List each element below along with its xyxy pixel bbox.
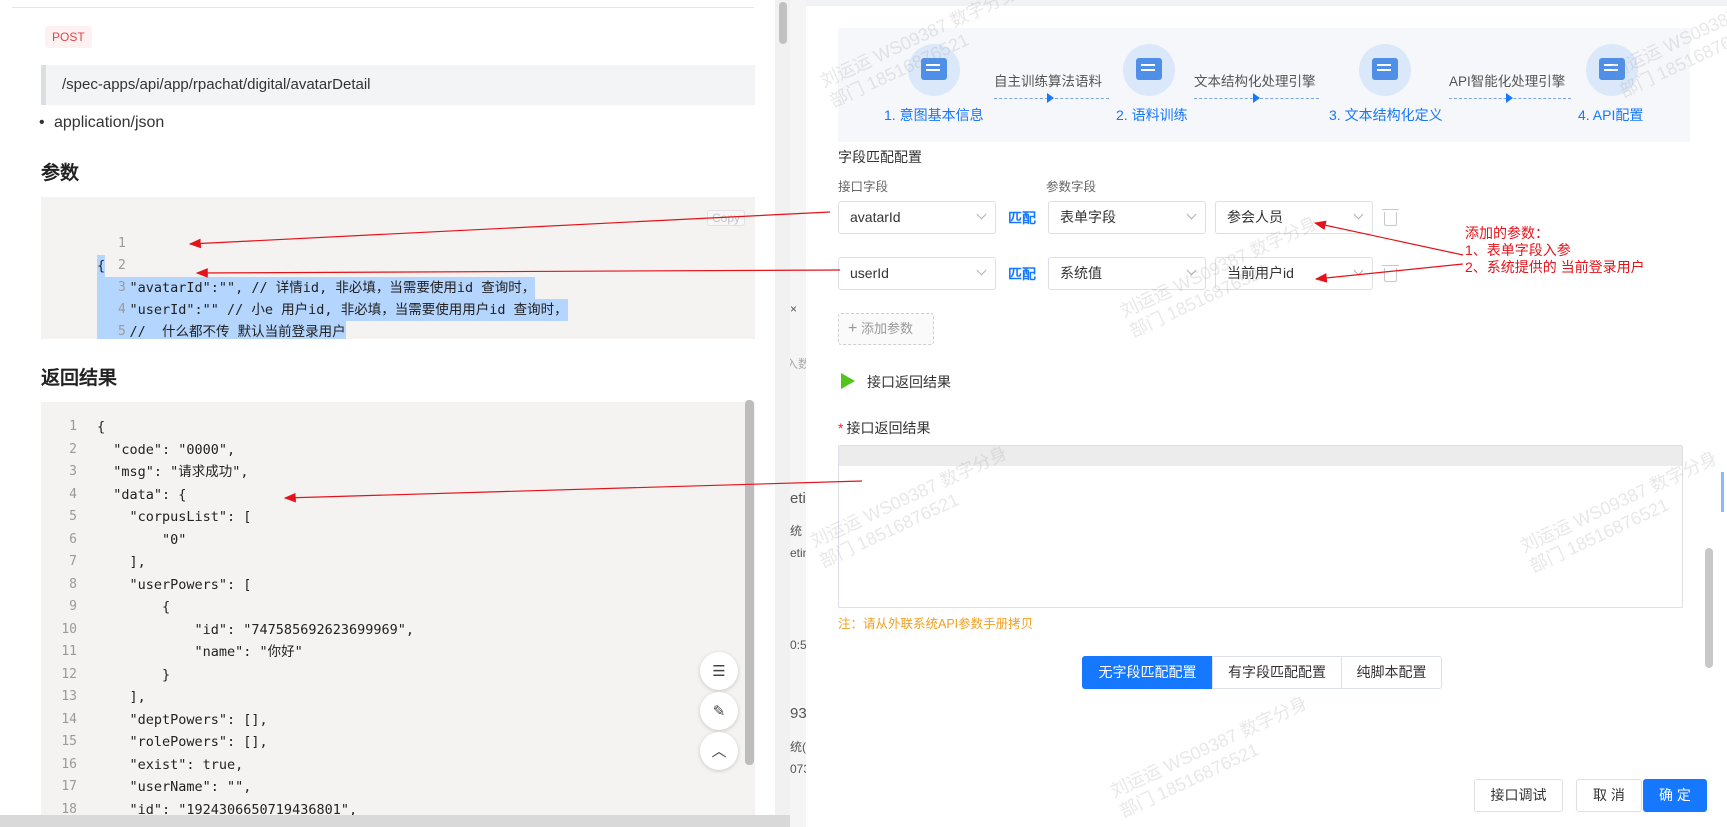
param-source-select[interactable]: 系统值 [1048,257,1206,290]
connector-label: 自主训练算法语料 [994,74,1102,89]
step-1-icon [908,44,960,96]
result-textarea[interactable] [838,445,1683,608]
code-line: 4 // 什么都不传 默认当前登录用户 [41,277,346,339]
background-text: etin [790,546,806,560]
connector-label: 文本结构化处理引擎 [1194,74,1316,89]
step-3-label[interactable]: 3. 文本结构化定义 [1329,105,1443,125]
endpoint-path: /spec-apps/api/app/rpachat/digital/avata… [41,65,755,105]
background-text: 入数 [790,357,806,371]
scrollbar-thumb[interactable] [779,2,787,44]
background-text: etin [790,490,806,507]
modal-scrollbar[interactable] [1705,548,1713,668]
params-code-block[interactable]: 1 { 2 "avatarId":"", // 详情id, 非必填，当需要使用i… [41,197,755,339]
interface-field-select[interactable]: userId [838,257,996,290]
background-text: 统 [790,524,803,538]
step-4-label[interactable]: 4. API配置 [1578,105,1643,125]
page-scrollbar[interactable] [775,0,790,827]
background-text: 0:54 [790,638,806,652]
mode-field-mapping[interactable]: 有字段匹配配置 [1212,656,1342,689]
chevron-down-icon [1353,265,1364,276]
debug-api-button[interactable]: 接口调试 [1474,779,1563,812]
play-icon[interactable] [841,373,855,389]
required-mark: * [838,420,844,436]
back-to-top-icon[interactable]: ︿ [700,732,738,770]
background-text: 935 [790,705,806,722]
code-line: 5 } [117,324,126,339]
match-link[interactable]: 匹配 [1008,208,1036,228]
delete-icon[interactable] [1382,209,1399,226]
result-heading: 返回结果 [41,368,118,389]
field-mapping-title: 字段匹配配置 [838,149,922,165]
api-config-modal: 1. 意图基本信息 2. 语料训练 3. 文本结构化定义 4. API配置 自主… [806,0,1727,827]
plus-icon: + [848,320,858,337]
code-line: 2 "avatarId":"", // 详情id, 非必填，当需要使用id 查询… [41,233,536,299]
chevron-down-icon [976,209,987,220]
step-1-label[interactable]: 1. 意图基本信息 [884,105,984,125]
param-value-select[interactable]: 参会人员 [1215,201,1373,234]
code-line: 3 "userId":"" // 小e 用户id, 非必填，当需要使用用户id … [41,255,568,321]
edge-marker [1721,472,1727,512]
interface-field-select[interactable]: avatarId [838,201,996,234]
confirm-button[interactable]: 确 定 [1643,779,1707,812]
result-toggle[interactable]: 接口返回结果 [867,372,951,392]
result-field-label: * 接口返回结果 [838,420,931,436]
arrow-right-icon [1047,93,1054,103]
chevron-down-icon [1186,265,1197,276]
interface-field-header: 接口字段 [838,180,889,194]
list-icon[interactable]: ☰ [700,652,738,690]
api-doc-pane: POST /spec-apps/api/app/rpachat/digital/… [0,0,790,827]
add-param-button[interactable]: + 添加参数 [838,313,934,345]
step-3-icon [1359,44,1411,96]
edit-icon[interactable]: ✎ [700,692,738,730]
content-type-item: application/json [39,114,164,132]
modal-header-strip [806,0,1727,6]
params-heading: 参数 [41,163,80,184]
cancel-button[interactable]: 取 消 [1576,779,1642,812]
chevron-down-icon [1353,209,1364,220]
step-2-icon [1123,44,1175,96]
arrow-right-icon [1253,93,1260,103]
chevron-down-icon [976,265,987,276]
background-text: 统(21 [790,740,806,754]
copy-button[interactable]: Copy [707,210,746,226]
editor-gutter [839,446,1682,466]
chevron-down-icon [1186,209,1197,220]
code-scrollbar[interactable] [745,400,754,765]
http-method-badge: POST [45,26,92,48]
divider [12,7,754,8]
delete-icon[interactable] [1382,265,1399,282]
result-code-block[interactable]: 1{ 2 "code": "0000", 3 "msg": "请求成功", 4 … [41,402,755,827]
annotation-note: 添加的参数： 1、表单字段入参 2、系统提供的 当前登录用户 [1465,225,1645,275]
mode-no-field-mapping[interactable]: 无字段匹配配置 [1082,656,1213,689]
hint-note: 注：请从外联系统API参数手册拷贝 [838,617,1034,631]
code-line: 1 { [41,211,126,277]
mode-pure-script[interactable]: 纯脚本配置 [1341,656,1442,689]
step-2-label[interactable]: 2. 语料训练 [1116,105,1188,125]
arrow-right-icon [1506,93,1513,103]
background-text: 0736 [790,762,806,776]
watermark: 刘运运 WS09387 数字分身部门 18516876521 [1107,692,1311,822]
param-field-header: 参数字段 [1046,180,1097,194]
param-source-select[interactable]: 表单字段 [1048,201,1206,234]
background-app-strip: × 入数 etin 统 etin 0:54 935 统(21 0736 [790,0,806,827]
connector-label: API智能化处理引擎 [1449,74,1566,89]
match-link[interactable]: 匹配 [1008,264,1036,284]
close-icon: × [790,302,798,316]
horizontal-scrollbar[interactable] [0,815,790,827]
param-value-select[interactable]: 当前用户id [1215,257,1373,290]
step-4-icon [1586,44,1638,96]
